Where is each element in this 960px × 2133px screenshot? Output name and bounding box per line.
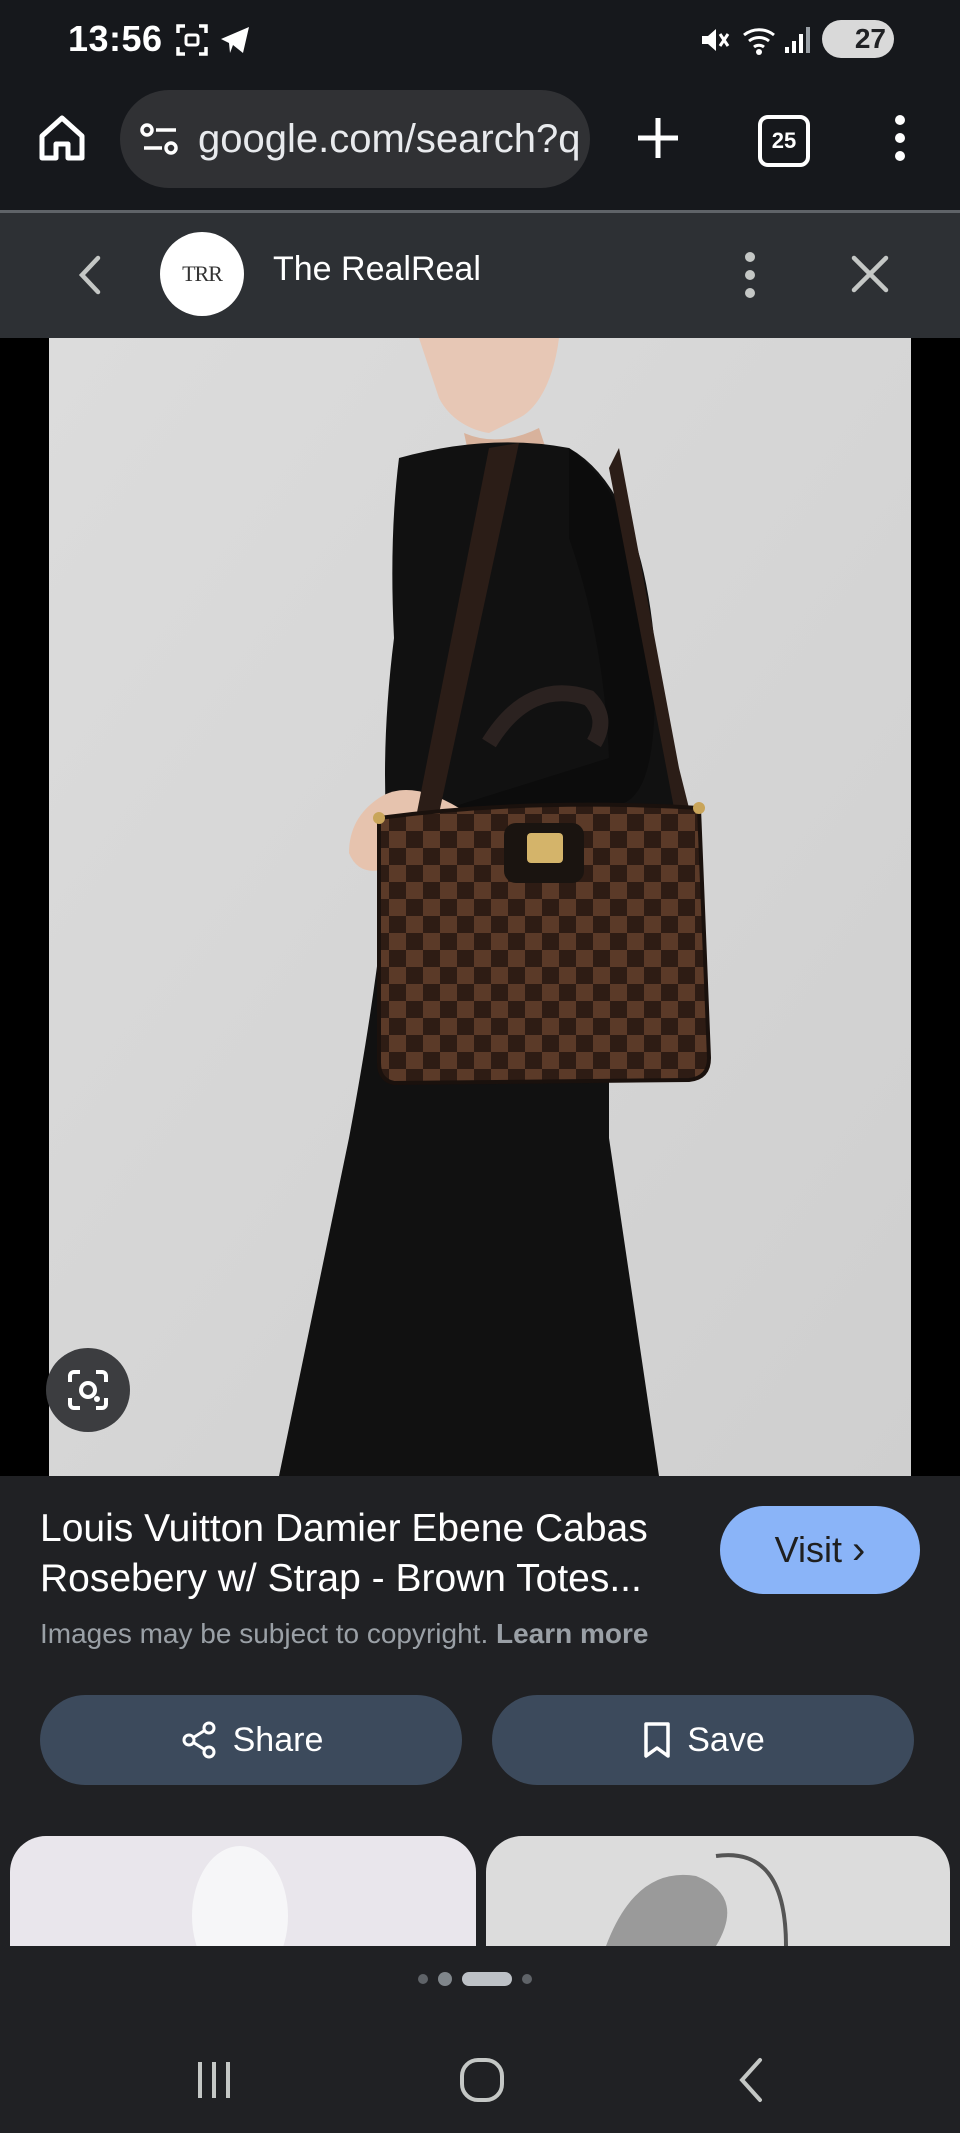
home-button[interactable] (34, 110, 90, 166)
browser-menu-button[interactable] (880, 110, 920, 166)
screenshot-icon (172, 22, 212, 58)
telegram-icon (215, 22, 255, 58)
more-vert-icon (745, 252, 755, 298)
new-tab-button[interactable] (630, 110, 686, 166)
mute-icon (696, 22, 732, 58)
url-bar[interactable]: google.com/search?q (120, 90, 590, 188)
plus-icon (638, 118, 678, 158)
save-button[interactable]: Save (492, 1695, 914, 1785)
share-button[interactable]: Share (40, 1695, 462, 1785)
page-indicator (418, 1972, 532, 1986)
back-nav-icon (739, 2058, 762, 2102)
status-time: 13:56 (68, 18, 163, 59)
source-logo[interactable]: TRR (160, 232, 244, 316)
chevron-left-icon (78, 255, 101, 295)
tab-switcher-button[interactable]: 25 (758, 115, 810, 167)
save-label: Save (687, 1720, 765, 1759)
image-viewer[interactable] (0, 338, 960, 1476)
more-vert-icon (895, 115, 905, 161)
recents-button[interactable] (184, 2050, 244, 2110)
chevron-right-icon: › (852, 1527, 866, 1572)
page-dot-active (462, 1972, 512, 1986)
related-image-thumbnail[interactable] (10, 1836, 476, 1946)
back-nav-button[interactable] (722, 2050, 782, 2110)
source-logo-text: TRR (182, 261, 223, 286)
copyright-text: Images may be subject to copyright. (40, 1618, 489, 1649)
battery-icon: 27 (822, 20, 894, 58)
lens-icon (68, 1370, 108, 1410)
source-more-button[interactable] (735, 248, 765, 302)
bookmark-icon (644, 1722, 670, 1758)
close-icon (851, 255, 889, 293)
back-button[interactable] (70, 250, 110, 300)
source-name[interactable]: The RealReal (273, 250, 481, 289)
recents-icon (198, 2062, 230, 2098)
thumbnail-illustration (606, 1853, 788, 1946)
visit-label: Visit (774, 1529, 843, 1570)
home-nav-icon (460, 2058, 504, 2102)
thumbnail-illustration (192, 1846, 288, 1946)
battery-level: 27 (854, 23, 886, 54)
page-dot (438, 1972, 452, 1986)
tab-count: 25 (771, 128, 797, 153)
wifi-icon (740, 22, 780, 58)
url-text: google.com/search?q (198, 116, 581, 161)
product-photo-illustration (49, 338, 911, 1476)
page-dot (522, 1974, 532, 1984)
site-settings-icon[interactable] (140, 121, 180, 157)
share-label: Share (232, 1720, 324, 1759)
related-image-thumbnail[interactable] (486, 1836, 950, 1946)
signal-icon (782, 22, 814, 58)
visit-button[interactable]: Visit › (720, 1506, 920, 1594)
home-nav-button[interactable] (452, 2050, 512, 2110)
page-dot (418, 1974, 428, 1984)
home-icon (39, 115, 85, 161)
learn-more-link[interactable]: Learn more (496, 1618, 649, 1649)
result-title[interactable]: Louis Vuitton Damier Ebene Cabas Roseber… (40, 1504, 700, 1604)
google-lens-button[interactable] (46, 1348, 130, 1432)
share-icon (182, 1721, 216, 1759)
product-image[interactable] (49, 338, 911, 1476)
close-button[interactable] (848, 252, 892, 296)
copyright-notice: Images may be subject to copyright. Lear… (40, 1618, 649, 1650)
